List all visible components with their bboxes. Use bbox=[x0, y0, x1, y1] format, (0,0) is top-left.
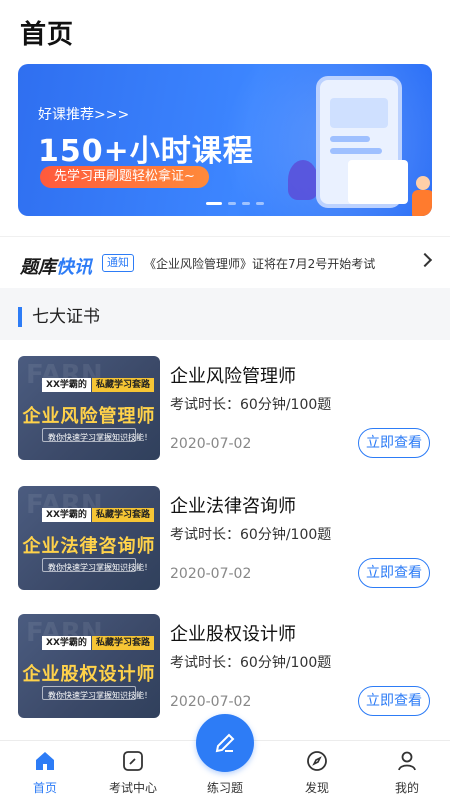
course-date: 2020-07-02 bbox=[170, 694, 252, 710]
exam-icon bbox=[123, 751, 143, 771]
view-now-button[interactable]: 立即查看 bbox=[358, 558, 430, 588]
nav-label: 考试中心 bbox=[108, 781, 157, 795]
thumb-caption: 教你快速学习掌握知识技能！ bbox=[48, 691, 152, 700]
course-thumbnail[interactable]: FARN XX学霸的 私藏学习套路 企业风险管理师 教你快速学习掌握知识技能！ bbox=[18, 356, 160, 460]
nav-label: 练习题 bbox=[206, 781, 243, 795]
nav-item-mine[interactable]: 我的 bbox=[362, 741, 450, 800]
news-brand: 题库快讯 bbox=[20, 253, 92, 279]
course-card[interactable]: FARN XX学霸的 私藏学习套路 企业风险管理师 教你快速学习掌握知识技能！ … bbox=[0, 356, 450, 476]
thumb-tag-b: 私藏学习套路 bbox=[92, 636, 155, 650]
thumb-title: 企业风险管理师 bbox=[22, 406, 156, 427]
carousel-indicator bbox=[206, 202, 264, 205]
course-thumbnail[interactable]: FARN XX学霸的 私藏学习套路 企业股权设计师 教你快速学习掌握知识技能！ bbox=[18, 614, 160, 718]
carousel-dot-active bbox=[206, 202, 222, 205]
course-name: 企业法律咨询师 bbox=[170, 496, 296, 517]
thumb-title: 企业法律咨询师 bbox=[22, 536, 156, 557]
compass-icon bbox=[307, 751, 327, 771]
carousel-dot bbox=[228, 202, 236, 205]
carousel-dot bbox=[242, 202, 250, 205]
page-title: 首页 bbox=[20, 20, 75, 50]
section-title: 七大证书 bbox=[18, 307, 100, 327]
thumb-tag-a: XX学霸的 bbox=[42, 378, 91, 392]
plant-illustration bbox=[288, 160, 318, 200]
thumb-title: 企业股权设计师 bbox=[22, 664, 156, 685]
news-text[interactable]: 《企业风险管理师》证将在7月2号开始考试 bbox=[144, 255, 375, 272]
chevron-right-icon[interactable] bbox=[417, 252, 433, 268]
news-ticker[interactable]: 题库快讯 通知 《企业风险管理师》证将在7月2号开始考试 bbox=[0, 236, 450, 288]
thumb-tag-a: XX学霸的 bbox=[42, 636, 91, 650]
promo-banner[interactable]: 好课推荐>>> 150+小时课程 先学习再刷题轻松拿证~ bbox=[18, 64, 432, 216]
thumb-tag-b: 私藏学习套路 bbox=[92, 508, 155, 522]
course-date: 2020-07-02 bbox=[170, 436, 252, 452]
person-illustration bbox=[410, 176, 432, 216]
nav-item-home[interactable]: 首页 bbox=[0, 741, 90, 800]
view-now-button[interactable]: 立即查看 bbox=[358, 428, 430, 458]
nav-item-discover[interactable]: 发现 bbox=[272, 741, 362, 800]
carousel-dot bbox=[256, 202, 264, 205]
nav-label: 我的 bbox=[394, 781, 419, 795]
nav-label: 首页 bbox=[32, 781, 57, 795]
document-illustration bbox=[348, 160, 408, 204]
course-meta: 考试时长：60分钟/100题 bbox=[170, 527, 332, 543]
thumb-tag-a: XX学霸的 bbox=[42, 508, 91, 522]
course-card[interactable]: FARN XX学霸的 私藏学习套路 企业法律咨询师 教你快速学习掌握知识技能！ … bbox=[0, 486, 450, 606]
news-brand-b: 快讯 bbox=[56, 257, 92, 278]
course-meta: 考试时长：60分钟/100题 bbox=[170, 655, 332, 671]
pen-icon bbox=[215, 733, 235, 753]
course-date: 2020-07-02 bbox=[170, 566, 252, 582]
course-name: 企业风险管理师 bbox=[170, 366, 296, 387]
user-icon bbox=[398, 751, 416, 771]
course-meta: 考试时长：60分钟/100题 bbox=[170, 397, 332, 413]
thumb-tag-b: 私藏学习套路 bbox=[92, 378, 155, 392]
nav-label: 发现 bbox=[304, 781, 329, 795]
banner-cta-pill[interactable]: 先学习再刷题轻松拿证~ bbox=[40, 166, 209, 188]
banner-headline: 150+小时课程 bbox=[38, 134, 254, 169]
nav-item-exam-center[interactable]: 考试中心 bbox=[88, 741, 178, 800]
notice-tag: 通知 bbox=[102, 254, 134, 272]
course-thumbnail[interactable]: FARN XX学霸的 私藏学习套路 企业法律咨询师 教你快速学习掌握知识技能！ bbox=[18, 486, 160, 590]
view-now-button[interactable]: 立即查看 bbox=[358, 686, 430, 716]
course-name: 企业股权设计师 bbox=[170, 624, 296, 645]
banner-subtitle: 好课推荐>>> bbox=[38, 107, 130, 123]
news-brand-a: 题库 bbox=[20, 257, 56, 278]
practice-fab-button[interactable] bbox=[196, 714, 254, 772]
thumb-caption: 教你快速学习掌握知识技能！ bbox=[48, 563, 152, 572]
thumb-caption: 教你快速学习掌握知识技能！ bbox=[48, 433, 152, 442]
home-icon bbox=[36, 752, 54, 770]
